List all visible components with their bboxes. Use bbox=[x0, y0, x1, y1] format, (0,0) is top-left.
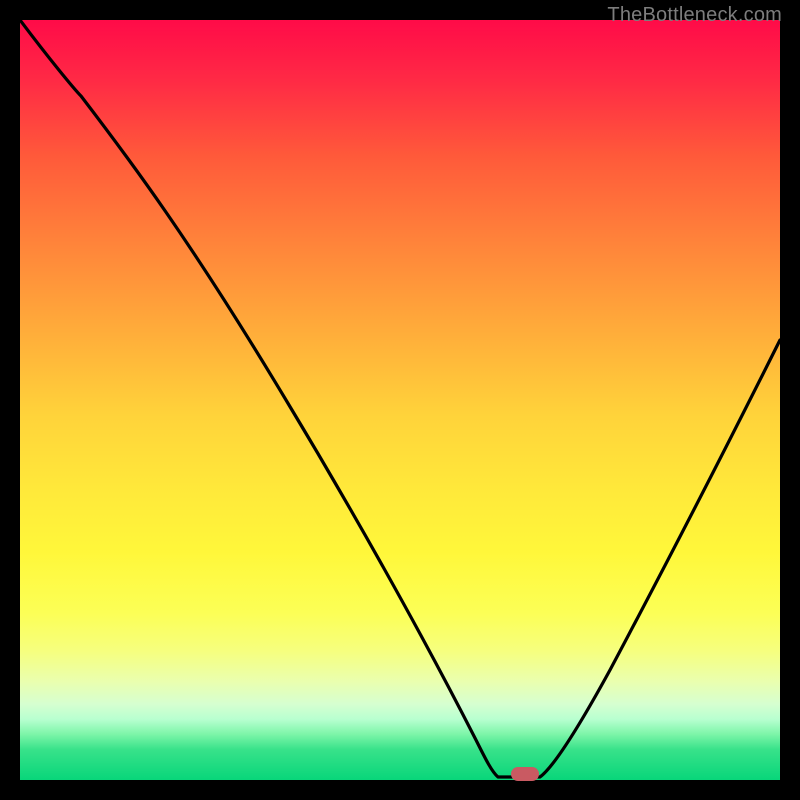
bottleneck-chart: TheBottleneck.com bbox=[0, 0, 800, 800]
curve-svg bbox=[20, 20, 780, 780]
plot-area bbox=[20, 20, 780, 780]
watermark-text: TheBottleneck.com bbox=[607, 4, 782, 27]
bottleneck-curve-path bbox=[20, 20, 780, 777]
optimal-marker bbox=[511, 767, 539, 781]
